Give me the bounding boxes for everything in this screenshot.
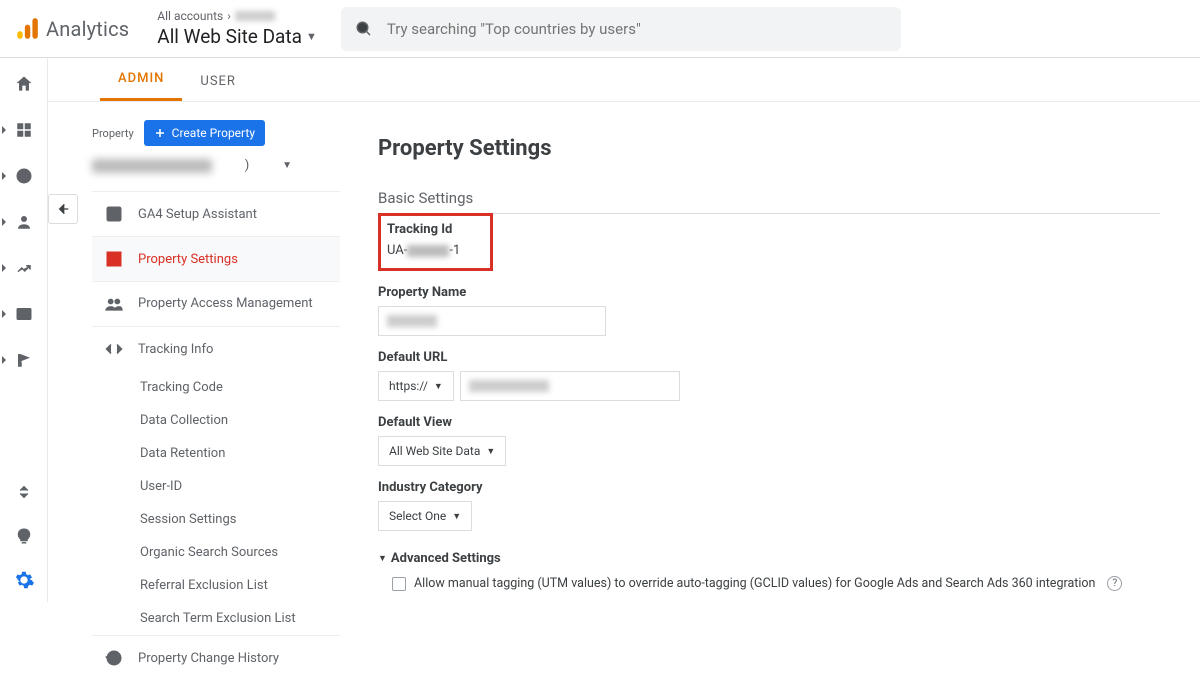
subitem-tracking-code[interactable]: Tracking Code	[136, 371, 340, 404]
subitem-organic-search[interactable]: Organic Search Sources	[136, 536, 340, 569]
caret-down-icon: ▼	[378, 553, 387, 564]
caret-down-icon: ▼	[452, 511, 461, 522]
caret-down-icon: ▼	[306, 30, 317, 43]
sidebar-item-label: GA4 Setup Assistant	[138, 207, 257, 222]
subitem-session-settings[interactable]: Session Settings	[136, 503, 340, 536]
tracking-id-label: Tracking Id	[387, 222, 460, 237]
page-title: Property Settings	[378, 136, 1160, 161]
left-nav-rail	[0, 58, 48, 602]
code-icon	[104, 339, 124, 359]
industry-value: Select One	[389, 509, 446, 523]
rail-realtime-icon[interactable]	[12, 164, 36, 188]
basic-settings-heading: Basic Settings	[378, 189, 1160, 214]
subitem-user-id[interactable]: User-ID	[136, 470, 340, 503]
back-button[interactable]	[48, 194, 78, 224]
tab-user[interactable]: USER	[182, 62, 254, 101]
sidebar-item-label: Property Access Management	[138, 296, 313, 313]
default-url-label: Default URL	[378, 350, 1160, 365]
manual-tagging-label: Allow manual tagging (UTM values) to ove…	[414, 576, 1095, 591]
property-name-redacted	[92, 159, 212, 173]
history-icon	[104, 648, 124, 668]
manual-tagging-checkbox[interactable]	[392, 577, 406, 591]
rail-discover-icon[interactable]	[12, 480, 36, 504]
url-scheme-label: https://	[389, 379, 428, 393]
caret-down-icon: ▼	[486, 446, 495, 457]
property-select[interactable]: ) ▼	[92, 152, 292, 179]
create-property-button[interactable]: Create Property	[144, 120, 265, 146]
tracking-id-prefix: UA-	[387, 243, 407, 258]
brand-name: Analytics	[46, 17, 129, 41]
property-name-input[interactable]	[378, 306, 606, 336]
caret-down-icon: ▼	[282, 160, 292, 171]
subitem-data-collection[interactable]: Data Collection	[136, 404, 340, 437]
subitem-data-retention[interactable]: Data Retention	[136, 437, 340, 470]
breadcrumb-current: All Web Site Data	[157, 25, 302, 48]
rail-reports-icon[interactable]	[12, 118, 36, 142]
sidebar-item-property-settings[interactable]: Property Settings	[92, 236, 340, 281]
tab-admin[interactable]: ADMIN	[100, 59, 182, 101]
sidebar-item-ga4-assistant[interactable]: GA4 Setup Assistant	[92, 191, 340, 236]
property-picker[interactable]: All accounts › All Web Site Data ▼	[157, 9, 317, 48]
advanced-settings-label: Advanced Settings	[391, 551, 501, 566]
admin-area: Property Create Property ) ▼ GA4 Setup A…	[48, 102, 1200, 602]
breadcrumb-parent: All accounts	[157, 9, 223, 23]
tracking-id-redacted	[407, 245, 449, 257]
tracking-id-highlight: Tracking Id UA- -1	[378, 213, 493, 271]
help-icon[interactable]: ?	[1107, 576, 1122, 591]
property-name-label: Property Name	[378, 285, 1160, 300]
sidebar-item-label: Property Change History	[138, 651, 279, 666]
checkbox-icon	[104, 204, 124, 224]
default-view-value: All Web Site Data	[389, 444, 480, 458]
people-icon	[104, 294, 124, 314]
sidebar-item-change-history[interactable]: Property Change History	[92, 635, 340, 680]
caret-down-icon: ▼	[434, 381, 443, 392]
manual-tagging-row: Allow manual tagging (UTM values) to ove…	[392, 576, 1160, 591]
industry-label: Industry Category	[378, 480, 1160, 495]
logo[interactable]: Analytics	[14, 16, 129, 42]
tracking-id-suffix: -1	[449, 243, 460, 258]
main-content: Property Settings Basic Settings Trackin…	[340, 102, 1200, 602]
default-view-dropdown[interactable]: All Web Site Data ▼	[378, 436, 506, 466]
default-view-label: Default View	[378, 415, 1160, 430]
layout-icon	[104, 249, 124, 269]
default-url-redacted	[469, 380, 549, 392]
create-property-label: Create Property	[172, 126, 255, 140]
sidebar-item-tracking-info[interactable]: Tracking Info	[92, 326, 340, 371]
subitem-search-term-exclusion[interactable]: Search Term Exclusion List	[136, 602, 340, 635]
rail-insights-icon[interactable]	[12, 524, 36, 548]
sidebar-item-label: Tracking Info	[138, 342, 213, 357]
tracking-info-subitems: Tracking Code Data Collection Data Reten…	[92, 371, 340, 635]
tracking-id-value: UA- -1	[387, 243, 460, 258]
sidebar-item-property-access[interactable]: Property Access Management	[92, 281, 340, 326]
url-scheme-dropdown[interactable]: https:// ▼	[378, 371, 454, 401]
top-header: Analytics All accounts › All Web Site Da…	[0, 0, 1200, 58]
subitem-referral-exclusion[interactable]: Referral Exclusion List	[136, 569, 340, 602]
chevron-right-icon: ›	[227, 9, 231, 23]
search-input[interactable]	[387, 20, 887, 38]
advanced-settings-toggle[interactable]: ▼ Advanced Settings	[378, 551, 1160, 566]
default-url-input[interactable]	[460, 371, 680, 401]
admin-tabs: ADMIN USER	[48, 58, 1200, 102]
property-name-redacted	[387, 315, 437, 327]
property-label: Property	[92, 127, 134, 140]
search-icon	[355, 20, 373, 38]
rail-admin-icon[interactable]	[12, 568, 36, 592]
rail-behavior-icon[interactable]	[12, 302, 36, 326]
arrow-left-icon	[55, 201, 71, 217]
search-bar[interactable]	[341, 7, 901, 51]
sidebar-item-label: Property Settings	[138, 252, 238, 267]
rail-acquisition-icon[interactable]	[12, 256, 36, 280]
rail-home-icon[interactable]	[12, 72, 36, 96]
analytics-logo-icon	[14, 16, 40, 42]
rail-audience-icon[interactable]	[12, 210, 36, 234]
rail-conversions-icon[interactable]	[12, 348, 36, 372]
account-name-redacted	[235, 11, 275, 21]
plus-icon	[154, 127, 166, 139]
property-sidebar: Property Create Property ) ▼ GA4 Setup A…	[48, 102, 340, 602]
industry-dropdown[interactable]: Select One ▼	[378, 501, 472, 531]
